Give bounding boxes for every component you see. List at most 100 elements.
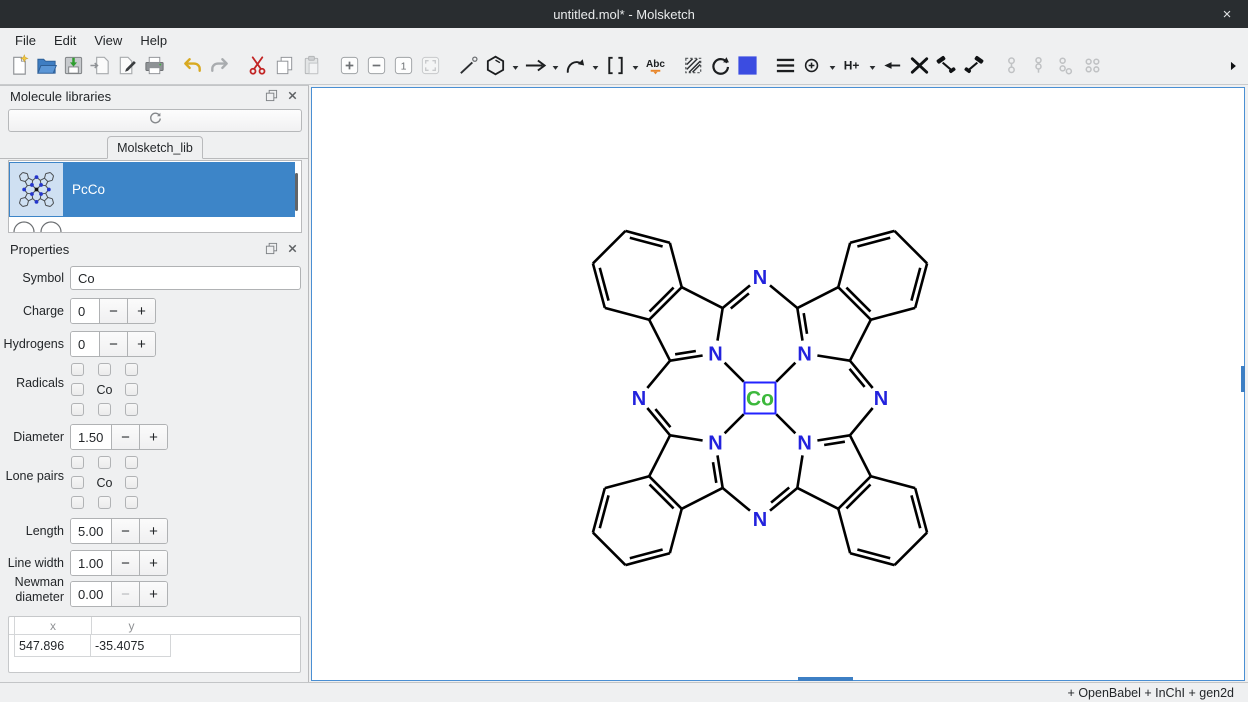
print-button[interactable] [141, 55, 168, 82]
molecule-pcco[interactable]: NNNNNNNNCo [312, 88, 1244, 680]
menu-file[interactable]: File [6, 30, 45, 51]
diameter-decrement-button[interactable]: − [111, 425, 139, 449]
radicals-checkbox-2-0[interactable] [71, 403, 84, 416]
save-button[interactable] [60, 55, 87, 82]
hydrogens-dropdown-button[interactable] [866, 55, 878, 82]
radicals-checkbox-0-2[interactable] [125, 363, 138, 376]
newman-diameter-value[interactable]: 0.00 [71, 582, 111, 606]
toolbar-extension-button[interactable] [1224, 55, 1242, 82]
line-width-decrement-button[interactable]: − [111, 551, 139, 575]
radicals-checkbox-2-1[interactable] [98, 403, 111, 416]
newman-diameter-increment-button[interactable]: + [139, 582, 167, 606]
copy-button[interactable] [271, 55, 298, 82]
radicals-checkbox-1-0[interactable] [71, 383, 84, 396]
selection-button[interactable] [680, 55, 707, 82]
hydrogens-decrement-button[interactable]: − [99, 332, 127, 356]
length-increment-button[interactable]: + [139, 519, 167, 543]
detach-button[interactable] [879, 55, 906, 82]
lone-pairs-checkbox-2-2[interactable] [125, 496, 138, 509]
close-dock-icon[interactable] [286, 89, 299, 107]
mechanism-arrow-dropdown-button[interactable] [589, 55, 601, 82]
color-button[interactable] [734, 55, 761, 82]
paste-button[interactable] [298, 55, 325, 82]
zoom-in-button[interactable] [336, 55, 363, 82]
menu-edit[interactable]: Edit [45, 30, 85, 51]
diameter-increment-button[interactable]: + [139, 425, 167, 449]
charge-button[interactable] [799, 55, 826, 82]
hydrogens-button[interactable]: H+ [839, 55, 866, 82]
open-button[interactable] [33, 55, 60, 82]
library-scrollbar-thumb[interactable] [295, 173, 298, 211]
draw-button[interactable] [455, 55, 482, 82]
line-width-increment-button[interactable]: + [139, 551, 167, 575]
lone-pairs-checkbox-2-0[interactable] [71, 496, 84, 509]
flip-horizontal-button[interactable] [933, 55, 960, 82]
length-decrement-button[interactable]: − [111, 519, 139, 543]
align-1-button[interactable] [998, 55, 1025, 82]
refresh-libraries-button[interactable] [8, 109, 302, 132]
charge-decrement-button[interactable]: − [99, 299, 127, 323]
brackets-dropdown-button[interactable] [629, 55, 641, 82]
mechanism-arrow-button[interactable] [562, 55, 589, 82]
length-value[interactable]: 5.00 [71, 519, 111, 543]
lone-pairs-checkbox-1-0[interactable] [71, 476, 84, 489]
lone-pairs-checkbox-0-1[interactable] [98, 456, 111, 469]
radicals-checkbox-0-1[interactable] [98, 363, 111, 376]
charge-value[interactable]: 0 [71, 299, 99, 323]
align-3-button[interactable] [1052, 55, 1079, 82]
new-button[interactable] [6, 55, 33, 82]
symbol-input[interactable] [70, 266, 301, 290]
zoom-fit-button[interactable] [417, 55, 444, 82]
undo-button[interactable] [179, 55, 206, 82]
lone-pairs-checkbox-2-1[interactable] [98, 496, 111, 509]
diameter-value[interactable]: 1.50 [71, 425, 111, 449]
line-width-button[interactable] [772, 55, 799, 82]
cut-button[interactable] [244, 55, 271, 82]
align-2-button[interactable] [1025, 55, 1052, 82]
newman-diameter-decrement-button[interactable]: − [111, 582, 139, 606]
close-dock-icon[interactable] [286, 242, 299, 260]
ring-button[interactable] [482, 55, 509, 82]
delete-button[interactable] [906, 55, 933, 82]
align-4-button[interactable] [1079, 55, 1106, 82]
radicals-checkbox-2-2[interactable] [125, 403, 138, 416]
hydrogens-increment-button[interactable]: + [127, 332, 155, 356]
line-width-value[interactable]: 1.00 [71, 551, 111, 575]
import-button[interactable] [87, 55, 114, 82]
canvas-vertical-scrollbar-thumb[interactable] [1241, 366, 1245, 392]
zoom-out-button[interactable] [363, 55, 390, 82]
charge-dropdown-button[interactable] [826, 55, 838, 82]
coordinate-x-cell[interactable]: 547.896 [14, 635, 91, 657]
library-item-partial[interactable] [11, 218, 64, 233]
zoom-original-button[interactable]: 1 [390, 55, 417, 82]
library-item-pcco[interactable]: PcCo [9, 162, 295, 217]
menu-view[interactable]: View [85, 30, 131, 51]
charge-increment-button[interactable]: + [127, 299, 155, 323]
tab-molsketch-lib[interactable]: Molsketch_lib [107, 136, 203, 159]
canvas-horizontal-scrollbar-thumb[interactable] [798, 677, 853, 681]
lone-pairs-checkbox-0-2[interactable] [125, 456, 138, 469]
brackets-button[interactable] [602, 55, 629, 82]
radicals-checkbox-0-0[interactable] [71, 363, 84, 376]
close-window-button[interactable]: × [1214, 0, 1240, 28]
reaction-arrow-dropdown-button[interactable] [549, 55, 561, 82]
drawing-canvas[interactable]: NNNNNNNNCo [311, 87, 1245, 681]
float-dock-icon[interactable] [265, 89, 278, 107]
lone-pairs-checkbox-1-2[interactable] [125, 476, 138, 489]
lone-pairs-checkbox-0-0[interactable] [71, 456, 84, 469]
text-button[interactable]: Abc [642, 55, 669, 82]
export-button[interactable] [114, 55, 141, 82]
coordinates-table[interactable]: x y 547.896 -35.4075 [8, 616, 301, 673]
menu-help[interactable]: Help [131, 30, 176, 51]
float-dock-icon[interactable] [265, 242, 278, 260]
flip-vertical-button[interactable] [960, 55, 987, 82]
title-bar[interactable]: untitled.mol* - Molsketch × [0, 0, 1248, 28]
rotate-button[interactable] [707, 55, 734, 82]
coordinate-y-cell[interactable]: -35.4075 [91, 635, 171, 657]
redo-button[interactable] [206, 55, 233, 82]
reaction-arrow-button[interactable] [522, 55, 549, 82]
radicals-checkbox-1-2[interactable] [125, 383, 138, 396]
molecule-library-list[interactable]: PcCo [8, 160, 302, 233]
ring-dropdown-button[interactable] [509, 55, 521, 82]
hydrogens-value[interactable]: 0 [71, 332, 99, 356]
